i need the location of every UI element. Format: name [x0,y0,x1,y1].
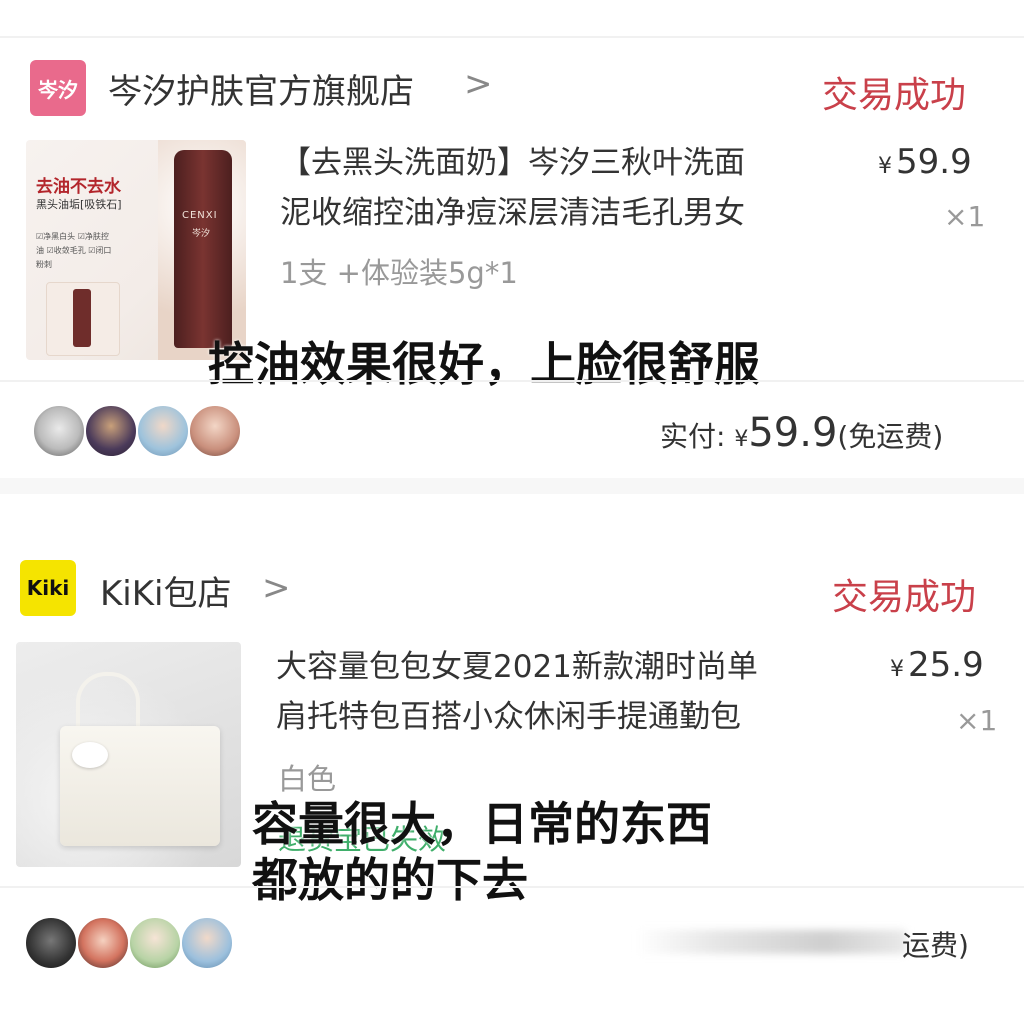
product-title-line2: 泥收缩控油净痘深层清洁毛孔男女 [280,195,745,231]
buyer-avatar[interactable] [84,404,138,458]
buyer-avatar[interactable] [76,916,130,970]
review-overlay-text: 控油效果很好，上脸很舒服 [208,337,760,391]
tube-icon: CENXI 岑汐 [174,150,232,348]
order-status: 交易成功 [832,577,977,618]
product-title-line2: 肩托特包百搭小众休闲手提通勤包 [276,699,741,735]
review-overlay-line2: 都放的的下去 [252,853,528,907]
divider [0,36,1024,38]
shop-name[interactable]: KiKi包店 [100,566,231,615]
currency-symbol: ¥ [890,657,904,682]
product-price: ¥25.9 [890,645,984,685]
shop-logo[interactable]: 岑汐 [30,60,86,116]
product-title-line1: 大容量包包女夏2021新款潮时尚单 [276,649,758,685]
shipping-note: (免运费) [837,420,944,453]
product-quantity: ×1 [956,704,998,737]
chevron-right-icon[interactable]: > [262,568,291,608]
currency-symbol: ¥ [734,427,749,452]
shop-name[interactable]: 岑汐护肤官方旗舰店 [108,64,414,113]
tube-brand: CENXI [182,210,218,221]
review-overlay-line1: 容量很大，日常的东西 [252,797,712,851]
image-headline: 去油不去水 [36,177,121,197]
buyer-avatar[interactable] [24,916,78,970]
chevron-right-icon[interactable]: > [464,64,493,104]
product-image[interactable] [16,642,241,867]
payment-amount: 59.9 [748,410,838,456]
buyer-avatar[interactable] [188,404,242,458]
buyer-avatar[interactable] [136,404,190,458]
buyer-avatar[interactable] [180,916,234,970]
divider [0,886,1024,888]
order-status: 交易成功 [822,75,967,116]
card-separator [0,478,1024,494]
product-image[interactable]: 去油不去水 黑头油垢[吸铁石] ☑净黑白头 ☑净肤控油 ☑收敛毛孔 ☑闭口粉刺 … [26,140,246,360]
shop-logo-text: Kiki [26,576,70,600]
divider [0,380,1024,382]
product-title[interactable]: 大容量包包女夏2021新款潮时尚单 肩托特包百搭小众休闲手提通勤包 [276,642,836,742]
price-value: 59.9 [896,142,972,182]
product-title-line1: 【去黑头洗面奶】岑汐三秋叶洗面 [280,145,745,181]
product-spec: 1支 +体验装5g*1 [280,256,518,290]
buyer-avatar[interactable] [128,916,182,970]
price-value: 25.9 [908,645,984,685]
blurred-payment [636,930,906,954]
payment-summary: 实付: ¥59.9(免运费) [660,410,943,456]
image-inset [46,282,120,356]
shop-logo-text: 岑汐 [38,77,78,102]
product-quantity: ×1 [944,200,986,233]
buyer-avatar[interactable] [32,404,86,458]
charm-icon [72,742,108,768]
product-price: ¥59.9 [878,142,972,182]
currency-symbol: ¥ [878,154,892,179]
product-title[interactable]: 【去黑头洗面奶】岑汐三秋叶洗面 泥收缩控油净痘深层清洁毛孔男女 [280,138,840,238]
payment-label: 实付: [660,420,726,453]
product-spec: 白色 [278,762,337,796]
tube-brand-cn: 岑汐 [192,229,211,239]
image-tags: ☑净黑白头 ☑净肤控油 ☑收敛毛孔 ☑闭口粉刺 [36,232,112,269]
shop-logo[interactable]: Kiki [20,560,76,616]
image-subline: 黑头油垢[吸铁石] [36,198,122,211]
shipping-note-partial: 运费) [902,929,969,962]
review-overlay-text: 容量很大，日常的东西 都放的的下去 [252,796,712,908]
